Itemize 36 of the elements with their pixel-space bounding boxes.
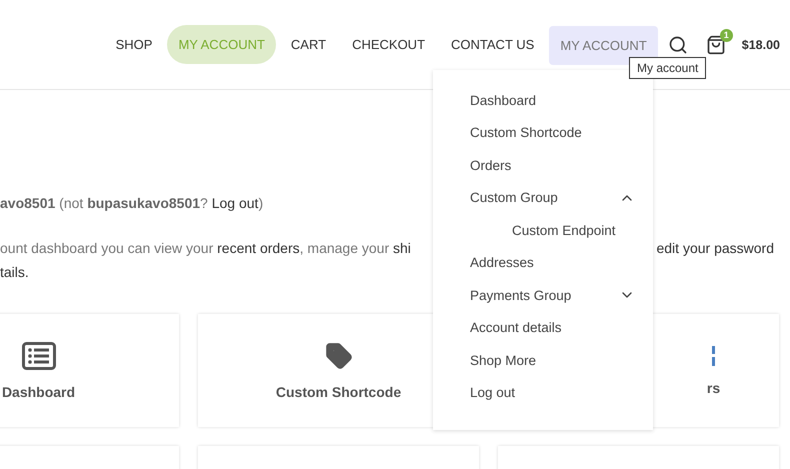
user-name: bupasukavo8501 (87, 195, 200, 211)
body-text: (not (58, 195, 84, 211)
menu-item[interactable]: Custom Group (470, 190, 558, 206)
body-text: ? (200, 195, 209, 211)
menu-item[interactable]: Addresses (470, 255, 534, 270)
nav-link[interactable]: CONTACT US (440, 25, 546, 64)
tag-icon (324, 342, 352, 370)
text-link[interactable]: shi (393, 240, 411, 256)
body-text: ) (258, 195, 264, 211)
search-icon[interactable] (668, 34, 688, 54)
nav-link[interactable]: CART (280, 25, 338, 64)
text-link[interactable]: edit your password (656, 240, 774, 256)
shopping-bag-icon[interactable] (706, 34, 726, 54)
nav-link[interactable]: MY ACCOUNT (549, 26, 658, 65)
text-link[interactable]: tails. (0, 264, 29, 280)
menu-item[interactable]: Orders (470, 158, 512, 173)
list-icon (22, 342, 56, 370)
cart-count: 1 (720, 28, 733, 42)
account-card[interactable]: Dashboard (0, 314, 179, 427)
menu-item[interactable]: Payments Group (470, 288, 572, 303)
bar-icon (712, 346, 715, 366)
cart-total[interactable]: $18.00 (742, 38, 780, 52)
text-link[interactable]: Log out (212, 195, 258, 211)
nav-link[interactable]: SHOP (104, 25, 164, 64)
menu-item[interactable]: Dashboard (470, 92, 536, 108)
nav-link[interactable]: CHECKOUT (341, 25, 436, 64)
user-name: avo8501 (0, 195, 56, 211)
menu-item[interactable]: Custom Endpoint (470, 222, 616, 238)
body-text: , manage your (300, 240, 390, 256)
card-title: rs (706, 380, 720, 396)
tooltip: My account (629, 57, 706, 79)
body-text: ount dashboard you can view your (0, 240, 214, 256)
text-link[interactable]: recent orders (217, 240, 300, 256)
card-title: Dashboard (2, 384, 76, 400)
card-title: Custom Shortcode (276, 384, 402, 400)
menu-item[interactable]: Custom Shortcode (470, 125, 582, 140)
